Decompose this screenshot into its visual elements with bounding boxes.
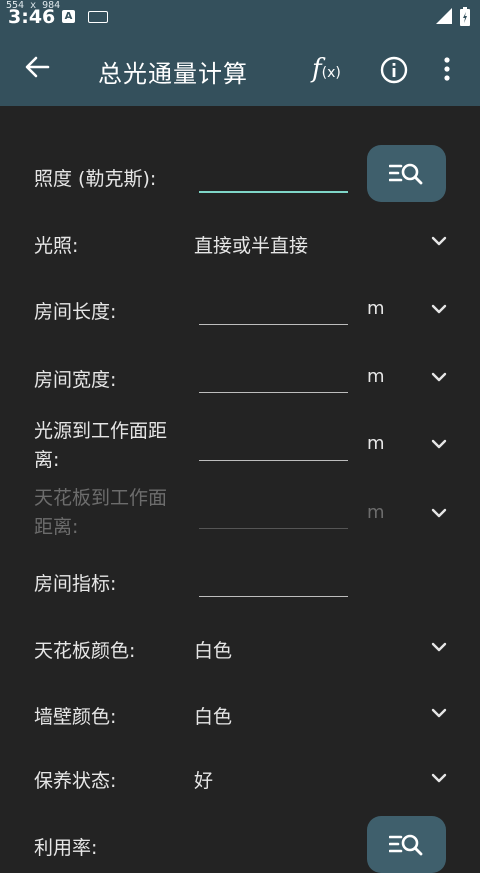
illuminance-lookup-button[interactable] bbox=[367, 145, 446, 202]
lighting-label: 光照: bbox=[34, 235, 79, 257]
back-arrow-icon[interactable] bbox=[24, 54, 50, 80]
room-index-label: 房间指标: bbox=[34, 573, 117, 595]
signal-icon bbox=[436, 8, 452, 24]
room-width-label: 房间宽度: bbox=[34, 369, 117, 391]
chevron-down-icon[interactable] bbox=[431, 439, 447, 449]
chevron-down-icon bbox=[431, 508, 447, 518]
status-bar: 554 x 984 3:46 A bbox=[0, 0, 480, 34]
utilization-label: 利用率: bbox=[34, 837, 98, 859]
room-length-input[interactable] bbox=[199, 294, 348, 325]
wall-color-label: 墙壁颜色: bbox=[34, 706, 117, 728]
illuminance-label: 照度 (勒克斯): bbox=[34, 168, 157, 190]
chevron-down-icon[interactable] bbox=[431, 304, 447, 314]
function-sub: (x) bbox=[321, 65, 341, 81]
room-length-label: 房间长度: bbox=[34, 301, 117, 323]
light-distance-label: 光源到工作面距离: bbox=[34, 420, 168, 471]
chevron-down-icon[interactable] bbox=[431, 372, 447, 382]
notification-a-icon: A bbox=[62, 10, 75, 23]
ceiling-distance-unit: m bbox=[367, 502, 385, 523]
room-width-input[interactable] bbox=[199, 362, 348, 393]
chevron-down-icon[interactable] bbox=[431, 708, 447, 718]
status-time: 3:46 bbox=[8, 6, 56, 28]
maintenance-select-value[interactable]: 好 bbox=[194, 766, 213, 793]
form-content: 照度 (勒克斯): 光照: 直接或半直接 房间长度: m 房间宽度: m 光源到… bbox=[0, 106, 480, 873]
chevron-down-icon[interactable] bbox=[431, 773, 447, 783]
chevron-down-icon[interactable] bbox=[431, 236, 447, 246]
app-bar: 总光通量计算 f(x) bbox=[0, 34, 480, 106]
more-vert-icon[interactable] bbox=[442, 56, 452, 84]
keyboard-icon bbox=[88, 11, 108, 23]
ceiling-color-label: 天花板颜色: bbox=[34, 640, 136, 662]
light-distance-input[interactable] bbox=[199, 430, 348, 461]
ceiling-distance-label: 天花板到工作面距离: bbox=[34, 487, 168, 538]
light-distance-unit[interactable]: m bbox=[367, 433, 385, 454]
info-icon[interactable] bbox=[380, 56, 408, 84]
utilization-lookup-button[interactable] bbox=[367, 816, 446, 873]
ceiling-distance-input bbox=[199, 498, 348, 529]
function-label: f bbox=[312, 54, 322, 84]
list-search-icon bbox=[389, 163, 423, 185]
maintenance-label: 保养状态: bbox=[34, 770, 117, 792]
room-index-input[interactable] bbox=[199, 566, 348, 597]
illuminance-input[interactable] bbox=[199, 161, 348, 193]
battery-icon bbox=[460, 7, 470, 26]
lighting-select-value[interactable]: 直接或半直接 bbox=[194, 231, 308, 258]
page-title: 总光通量计算 bbox=[98, 60, 248, 88]
function-icon[interactable]: f(x) bbox=[312, 54, 341, 84]
room-length-unit[interactable]: m bbox=[367, 298, 385, 319]
chevron-down-icon[interactable] bbox=[431, 642, 447, 652]
ceiling-color-select-value[interactable]: 白色 bbox=[194, 636, 232, 663]
wall-color-select-value[interactable]: 白色 bbox=[194, 702, 232, 729]
room-width-unit[interactable]: m bbox=[367, 366, 385, 387]
list-search-icon bbox=[389, 834, 423, 856]
